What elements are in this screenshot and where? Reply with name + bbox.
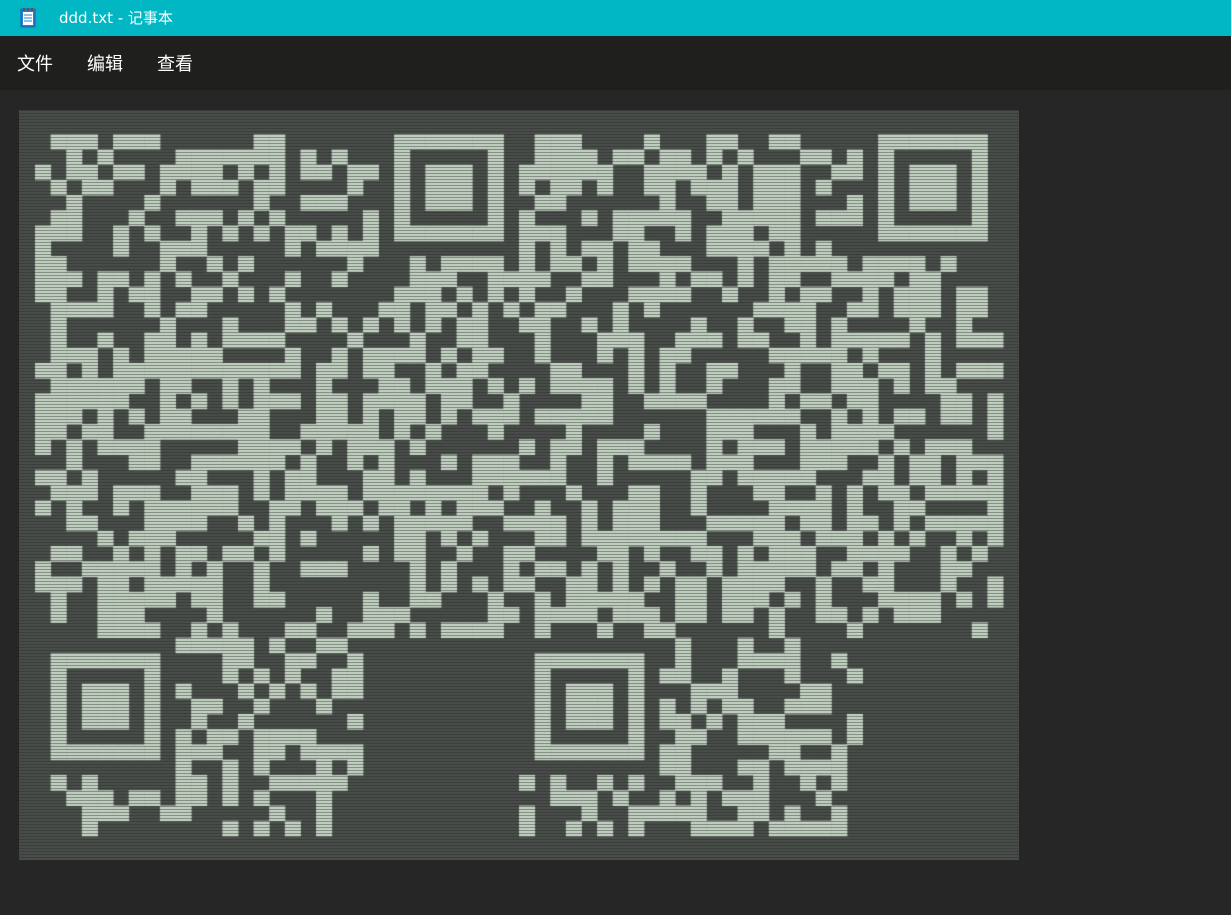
title-bar[interactable]: ddd.txt - 记事本 [0,0,1231,36]
notepad-window: ddd.txt - 记事本 文件 编辑 查看 [0,0,1231,915]
text-content[interactable] [19,110,1019,860]
window-title: ddd.txt - 记事本 [59,9,173,27]
notepad-icon [19,8,37,28]
editor-area[interactable] [0,90,1231,915]
menu-bar: 文件 编辑 查看 [0,36,1231,90]
menu-edit[interactable]: 编辑 [87,54,123,76]
qr-code-text-pattern [19,110,1019,860]
menu-view[interactable]: 查看 [157,54,193,76]
menu-file[interactable]: 文件 [17,54,53,76]
